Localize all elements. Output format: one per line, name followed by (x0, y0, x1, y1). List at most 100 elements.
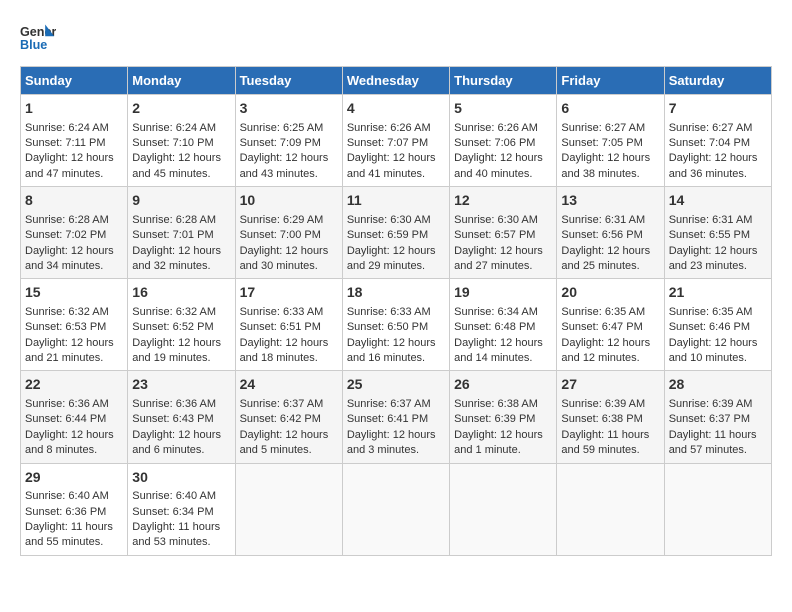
calendar-cell: 23Sunrise: 6:36 AMSunset: 6:43 PMDayligh… (128, 371, 235, 463)
calendar-cell: 18Sunrise: 6:33 AMSunset: 6:50 PMDayligh… (342, 279, 449, 371)
daylight-label: Daylight: 12 hours (347, 337, 436, 349)
day-number: 15 (25, 283, 123, 303)
daylight-minutes: and 45 minutes. (132, 168, 210, 180)
daylight-label: Daylight: 11 hours (132, 521, 220, 533)
sunset-text: Sunset: 6:36 PM (25, 506, 106, 518)
daylight-label: Daylight: 12 hours (347, 152, 436, 164)
sunset-text: Sunset: 6:51 PM (240, 321, 321, 333)
sunrise-text: Sunrise: 6:28 AM (132, 214, 216, 226)
calendar-cell: 24Sunrise: 6:37 AMSunset: 6:42 PMDayligh… (235, 371, 342, 463)
day-number: 11 (347, 191, 445, 211)
daylight-minutes: and 38 minutes. (561, 168, 639, 180)
sunset-text: Sunset: 6:41 PM (347, 413, 428, 425)
daylight-label: Daylight: 12 hours (240, 152, 329, 164)
daylight-label: Daylight: 12 hours (132, 245, 221, 257)
daylight-minutes: and 18 minutes. (240, 352, 318, 364)
daylight-label: Daylight: 12 hours (561, 152, 650, 164)
sunset-text: Sunset: 6:59 PM (347, 229, 428, 241)
daylight-minutes: and 41 minutes. (347, 168, 425, 180)
col-wednesday: Wednesday (342, 67, 449, 95)
sunset-text: Sunset: 6:43 PM (132, 413, 213, 425)
sunrise-text: Sunrise: 6:39 AM (669, 398, 753, 410)
day-number: 29 (25, 468, 123, 488)
calendar-cell: 3Sunrise: 6:25 AMSunset: 7:09 PMDaylight… (235, 95, 342, 187)
col-saturday: Saturday (664, 67, 771, 95)
daylight-label: Daylight: 12 hours (132, 152, 221, 164)
day-number: 26 (454, 375, 552, 395)
page-header: General Blue (20, 20, 772, 56)
sunset-text: Sunset: 6:55 PM (669, 229, 750, 241)
day-number: 10 (240, 191, 338, 211)
day-number: 17 (240, 283, 338, 303)
daylight-label: Daylight: 12 hours (25, 337, 114, 349)
sunset-text: Sunset: 7:05 PM (561, 137, 642, 149)
day-number: 30 (132, 468, 230, 488)
daylight-minutes: and 30 minutes. (240, 260, 318, 272)
sunrise-text: Sunrise: 6:31 AM (561, 214, 645, 226)
logo: General Blue (20, 20, 56, 56)
sunrise-text: Sunrise: 6:25 AM (240, 122, 324, 134)
daylight-label: Daylight: 12 hours (347, 429, 436, 441)
daylight-label: Daylight: 12 hours (132, 337, 221, 349)
day-number: 22 (25, 375, 123, 395)
sunrise-text: Sunrise: 6:30 AM (347, 214, 431, 226)
day-number: 19 (454, 283, 552, 303)
daylight-minutes: and 3 minutes. (347, 444, 419, 456)
calendar-cell: 10Sunrise: 6:29 AMSunset: 7:00 PMDayligh… (235, 187, 342, 279)
calendar-cell: 29 Sunrise: 6:40 AM Sunset: 6:36 PM Dayligh… (21, 463, 128, 555)
daylight-label: Daylight: 11 hours (25, 521, 113, 533)
sunrise-text: Sunrise: 6:34 AM (454, 306, 538, 318)
daylight-minutes: and 1 minute. (454, 444, 521, 456)
calendar-body: 1Sunrise: 6:24 AMSunset: 7:11 PMDaylight… (21, 95, 772, 556)
day-number: 27 (561, 375, 659, 395)
sunset-text: Sunset: 6:50 PM (347, 321, 428, 333)
sunrise-text: Sunrise: 6:37 AM (240, 398, 324, 410)
daylight-minutes: and 47 minutes. (25, 168, 103, 180)
day-number: 14 (669, 191, 767, 211)
col-tuesday: Tuesday (235, 67, 342, 95)
col-friday: Friday (557, 67, 664, 95)
daylight-label: Daylight: 12 hours (454, 152, 543, 164)
calendar-cell: 30Sunrise: 6:40 AMSunset: 6:34 PMDayligh… (128, 463, 235, 555)
calendar-week-row: 22Sunrise: 6:36 AMSunset: 6:44 PMDayligh… (21, 371, 772, 463)
day-number: 23 (132, 375, 230, 395)
sunrise-text: Sunrise: 6:24 AM (132, 122, 216, 134)
calendar-cell: 26Sunrise: 6:38 AMSunset: 6:39 PMDayligh… (450, 371, 557, 463)
daylight-minutes: and 16 minutes. (347, 352, 425, 364)
sunrise-text: Sunrise: 6:40 AM (25, 490, 109, 502)
sunset-text: Sunset: 6:57 PM (454, 229, 535, 241)
daylight-minutes: and 23 minutes. (669, 260, 747, 272)
sunset-text: Sunset: 6:48 PM (454, 321, 535, 333)
calendar-cell: 11Sunrise: 6:30 AMSunset: 6:59 PMDayligh… (342, 187, 449, 279)
col-monday: Monday (128, 67, 235, 95)
sunset-text: Sunset: 6:46 PM (669, 321, 750, 333)
sunrise-text: Sunrise: 6:35 AM (561, 306, 645, 318)
calendar-cell: 9Sunrise: 6:28 AMSunset: 7:01 PMDaylight… (128, 187, 235, 279)
daylight-minutes: and 40 minutes. (454, 168, 532, 180)
day-number: 18 (347, 283, 445, 303)
daylight-minutes: and 43 minutes. (240, 168, 318, 180)
day-number: 12 (454, 191, 552, 211)
daylight-label: Daylight: 12 hours (132, 429, 221, 441)
calendar-cell: 6Sunrise: 6:27 AMSunset: 7:05 PMDaylight… (557, 95, 664, 187)
sunset-text: Sunset: 6:37 PM (669, 413, 750, 425)
calendar-cell: 28Sunrise: 6:39 AMSunset: 6:37 PMDayligh… (664, 371, 771, 463)
calendar-cell: 22Sunrise: 6:36 AMSunset: 6:44 PMDayligh… (21, 371, 128, 463)
sunset-text: Sunset: 7:11 PM (25, 137, 106, 149)
daylight-label: Daylight: 12 hours (454, 245, 543, 257)
sunset-text: Sunset: 7:02 PM (25, 229, 106, 241)
sunset-text: Sunset: 6:52 PM (132, 321, 213, 333)
sunset-text: Sunset: 7:10 PM (132, 137, 213, 149)
calendar-cell: 5Sunrise: 6:26 AMSunset: 7:06 PMDaylight… (450, 95, 557, 187)
calendar-cell: 19Sunrise: 6:34 AMSunset: 6:48 PMDayligh… (450, 279, 557, 371)
calendar-week-row: 29 Sunrise: 6:40 AM Sunset: 6:36 PM Dayligh… (21, 463, 772, 555)
calendar-cell: 21Sunrise: 6:35 AMSunset: 6:46 PMDayligh… (664, 279, 771, 371)
logo-icon: General Blue (20, 20, 56, 56)
day-number: 24 (240, 375, 338, 395)
sunrise-text: Sunrise: 6:24 AM (25, 122, 109, 134)
calendar-cell: 12Sunrise: 6:30 AMSunset: 6:57 PMDayligh… (450, 187, 557, 279)
calendar-cell: 1Sunrise: 6:24 AMSunset: 7:11 PMDaylight… (21, 95, 128, 187)
daylight-minutes: and 55 minutes. (25, 536, 103, 548)
calendar-cell: 27Sunrise: 6:39 AMSunset: 6:38 PMDayligh… (557, 371, 664, 463)
sunrise-text: Sunrise: 6:33 AM (240, 306, 324, 318)
